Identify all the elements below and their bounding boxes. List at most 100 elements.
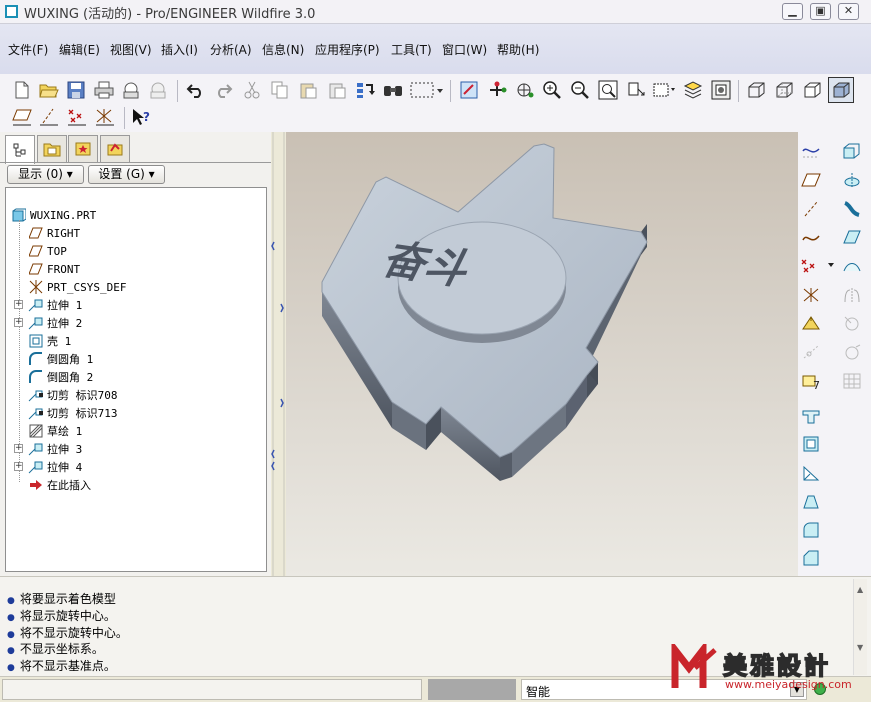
datum-pattern-icon[interactable] xyxy=(799,340,823,364)
expand-icon[interactable]: + xyxy=(14,462,23,471)
new-icon[interactable] xyxy=(10,78,34,102)
trim-icon[interactable] xyxy=(840,340,864,364)
datum-axis-toggle-icon[interactable] xyxy=(37,105,61,129)
sketched-datum-curve-icon[interactable] xyxy=(799,139,823,163)
hole-icon[interactable] xyxy=(799,404,823,428)
copy-icon[interactable] xyxy=(268,78,292,102)
tree-item[interactable]: + 拉伸 3 xyxy=(14,440,82,458)
shell-tool-icon[interactable] xyxy=(799,432,823,456)
revolve-tool-icon[interactable] xyxy=(840,168,864,192)
send-mail-icon[interactable] xyxy=(119,78,143,102)
tree-item[interactable]: 倒圆角 1 xyxy=(28,350,93,368)
rib-icon[interactable] xyxy=(799,461,823,485)
reorient-icon[interactable] xyxy=(624,78,648,102)
folder-browser-tab[interactable] xyxy=(37,135,67,162)
merge-icon[interactable] xyxy=(840,311,864,335)
datum-plane-icon[interactable] xyxy=(799,168,823,192)
mail-icon[interactable] xyxy=(146,78,170,102)
menu-file[interactable]: 文件(F) xyxy=(8,41,48,58)
zoom-in-icon[interactable] xyxy=(540,78,564,102)
show-dropdown[interactable]: 显示 (0) ▾ xyxy=(7,165,84,184)
spin-center-icon[interactable] xyxy=(485,78,509,102)
paste-special-icon[interactable] xyxy=(325,78,349,102)
hidden-line-icon[interactable] xyxy=(772,78,796,102)
menu-window[interactable]: 窗口(W) xyxy=(442,41,487,58)
view-manager-icon[interactable] xyxy=(709,78,733,102)
panel-splitter[interactable] xyxy=(271,132,286,576)
menu-info[interactable]: 信息(N) xyxy=(262,41,304,58)
tree-item[interactable]: 倒圆角 2 xyxy=(28,368,93,386)
connections-tab[interactable] xyxy=(100,135,130,162)
datum-point-toggle-icon[interactable] xyxy=(65,105,89,129)
scroll-up-icon[interactable]: ▲ xyxy=(857,585,863,594)
wireframe-icon[interactable] xyxy=(744,78,768,102)
datum-csys-icon[interactable] xyxy=(799,283,823,307)
draft-icon[interactable] xyxy=(799,489,823,513)
find-icon[interactable] xyxy=(381,78,405,102)
datum-axis-icon[interactable] xyxy=(799,197,823,221)
analysis-feature-icon[interactable] xyxy=(799,311,823,335)
saved-views-icon[interactable] xyxy=(652,78,676,102)
repaint-icon[interactable] xyxy=(457,78,481,102)
menu-analysis[interactable]: 分析(A) xyxy=(210,41,252,58)
tree-item[interactable]: + 拉伸 4 xyxy=(14,458,82,476)
refit-icon[interactable] xyxy=(596,78,620,102)
redo-icon[interactable] xyxy=(211,78,235,102)
annotation-icon[interactable]: 7 xyxy=(799,369,823,393)
cut-icon[interactable] xyxy=(240,78,264,102)
tree-item[interactable]: RIGHT xyxy=(28,224,80,242)
layers-icon[interactable] xyxy=(681,78,705,102)
menu-edit[interactable]: 编辑(E) xyxy=(59,41,100,58)
select-box-icon[interactable] xyxy=(409,78,445,102)
expand-icon[interactable]: + xyxy=(14,300,23,309)
graphics-viewport[interactable]: 奋斗 xyxy=(286,132,798,576)
expand-icon[interactable]: + xyxy=(14,444,23,453)
blend-tool-icon[interactable] xyxy=(840,225,864,249)
minimize-button[interactable]: ▁ xyxy=(782,3,803,20)
sweep-tool-icon[interactable] xyxy=(840,197,864,221)
expand-icon[interactable]: + xyxy=(14,318,23,327)
tree-item[interactable]: 草绘 1 xyxy=(28,422,82,440)
context-help-icon[interactable]: ? xyxy=(129,105,153,129)
tree-item[interactable]: + 拉伸 2 xyxy=(14,314,82,332)
round-tool-icon[interactable] xyxy=(799,518,823,542)
mirror-icon[interactable] xyxy=(840,283,864,307)
tree-root[interactable]: WUXING.PRT xyxy=(11,206,96,224)
regenerate-icon[interactable] xyxy=(353,78,377,102)
datum-curve-icon[interactable] xyxy=(799,225,823,249)
shading-icon[interactable] xyxy=(828,77,854,103)
menu-insert[interactable]: 插入(I) xyxy=(161,41,198,58)
csys-toggle-icon[interactable] xyxy=(93,105,117,129)
extrude-tool-icon[interactable] xyxy=(840,139,864,163)
undo-icon[interactable] xyxy=(184,78,208,102)
favorites-tab[interactable] xyxy=(68,135,98,162)
menu-help[interactable]: 帮助(H) xyxy=(497,41,539,58)
chamfer-icon[interactable] xyxy=(799,546,823,570)
tree-item[interactable]: 壳 1 xyxy=(28,332,71,350)
paste-icon[interactable] xyxy=(296,78,320,102)
model-tree-tab[interactable] xyxy=(5,135,35,164)
settings-dropdown[interactable]: 设置 (G) ▾ xyxy=(88,165,165,184)
save-icon[interactable] xyxy=(64,78,88,102)
boundary-blend-icon[interactable] xyxy=(840,254,864,278)
open-icon[interactable] xyxy=(37,78,61,102)
tree-item[interactable]: + 拉伸 1 xyxy=(14,296,82,314)
tree-item[interactable]: TOP xyxy=(28,242,67,260)
menu-tools[interactable]: 工具(T) xyxy=(391,41,432,58)
zoom-out-icon[interactable] xyxy=(568,78,592,102)
tree-item[interactable]: FRONT xyxy=(28,260,80,278)
orient-icon[interactable] xyxy=(513,78,537,102)
tree-item[interactable]: PRT_CSYS_DEF xyxy=(28,278,126,296)
tree-item[interactable]: 切剪 标识708 xyxy=(28,386,118,404)
menu-applications[interactable]: 应用程序(P) xyxy=(315,41,380,58)
datum-point-icon[interactable] xyxy=(799,254,837,278)
close-button[interactable]: ✕ xyxy=(838,3,859,20)
tree-item[interactable]: 切剪 标识713 xyxy=(28,404,118,422)
datum-plane-toggle-icon[interactable] xyxy=(10,105,34,129)
print-icon[interactable] xyxy=(92,78,116,102)
no-hidden-icon[interactable] xyxy=(800,78,824,102)
restore-button[interactable]: ▣ xyxy=(810,3,831,20)
pattern-icon[interactable] xyxy=(840,369,864,393)
menu-view[interactable]: 视图(V) xyxy=(110,41,152,58)
tree-item[interactable]: 在此插入 xyxy=(28,476,91,494)
